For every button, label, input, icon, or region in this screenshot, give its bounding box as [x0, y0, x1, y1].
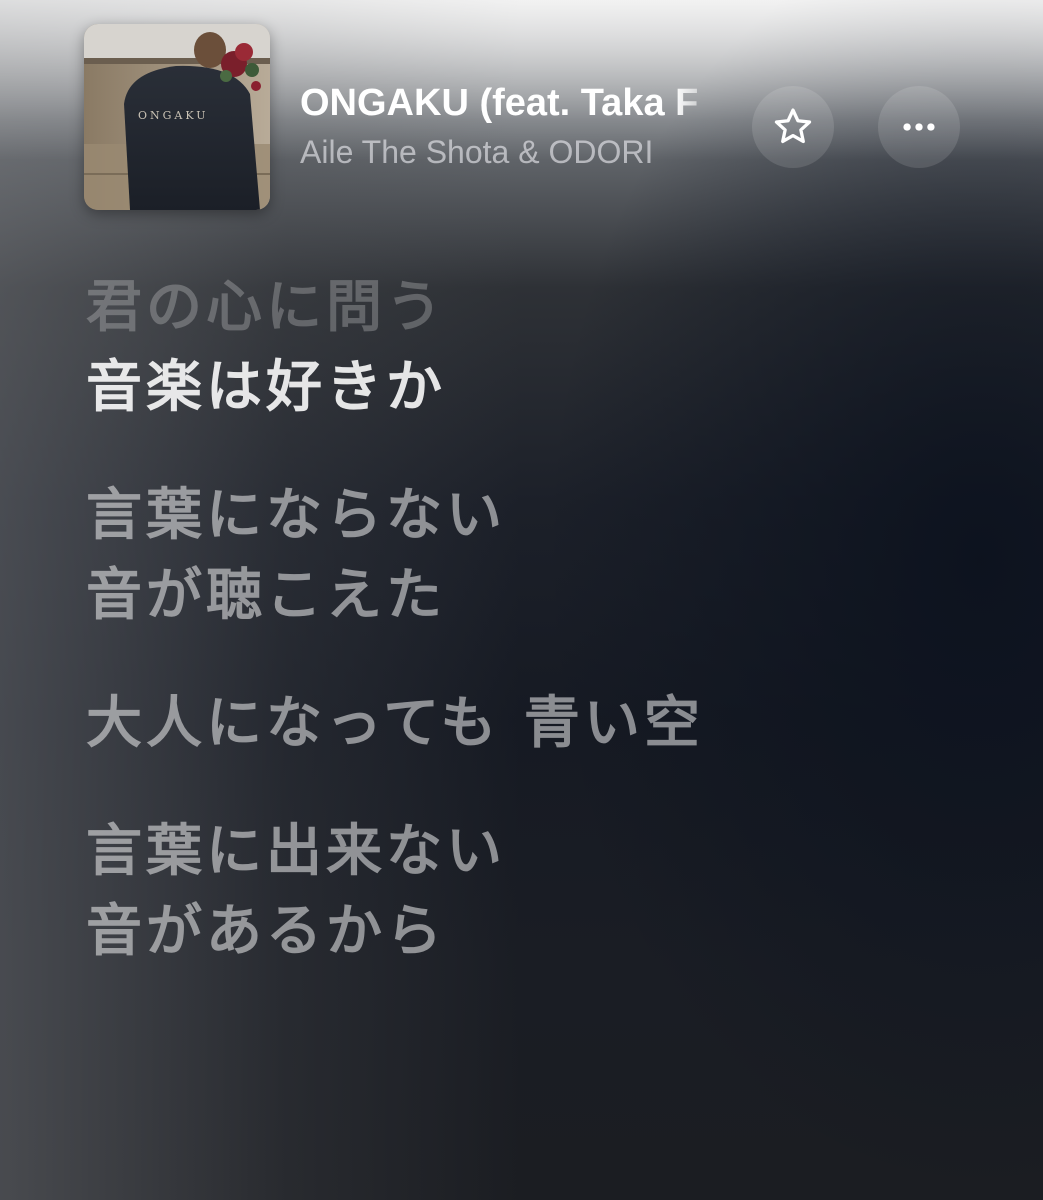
artwork-text: ONGAKU	[138, 109, 208, 122]
lyrics-stanza: 君の心に問う 音楽は好きか	[86, 268, 986, 428]
lyric-line[interactable]: 言葉に出来ない	[86, 812, 986, 892]
album-artwork-image: ONGAKU	[84, 24, 270, 210]
track-artist: Aile The Shota & ODORI	[300, 134, 654, 170]
more-options-button[interactable]	[878, 86, 960, 168]
ellipsis-icon	[903, 123, 935, 131]
lyrics-stanza: 言葉に出来ない 音があるから	[86, 812, 986, 972]
track-title: ONGAKU (feat. Taka F	[300, 82, 699, 124]
lyric-line[interactable]: 言葉にならない	[86, 476, 986, 556]
lyrics-view[interactable]: 君の心に問う 音楽は好きか 言葉にならない 音が聴こえた 大人になっても 青い空…	[86, 268, 986, 1020]
lyric-line-current[interactable]: 音楽は好きか	[86, 348, 986, 428]
favorite-button[interactable]	[752, 86, 834, 168]
lyric-line[interactable]: 大人になっても 青い空	[86, 684, 986, 764]
lyric-line[interactable]: 音があるから	[86, 892, 986, 972]
lyric-line[interactable]: 音が聴こえた	[86, 556, 986, 636]
track-info[interactable]: ONGAKU (feat. Taka F Aile The Shota & OD…	[300, 80, 725, 174]
album-artwork[interactable]: ONGAKU	[84, 24, 270, 210]
now-playing-header: ONGAKU ONGAKU (feat. Taka F Aile The Sho…	[0, 0, 1043, 240]
lyric-line[interactable]: 君の心に問う	[86, 268, 986, 348]
star-outline-icon	[774, 108, 812, 144]
lyrics-stanza: 大人になっても 青い空	[86, 684, 986, 764]
lyrics-stanza: 言葉にならない 音が聴こえた	[86, 476, 986, 636]
